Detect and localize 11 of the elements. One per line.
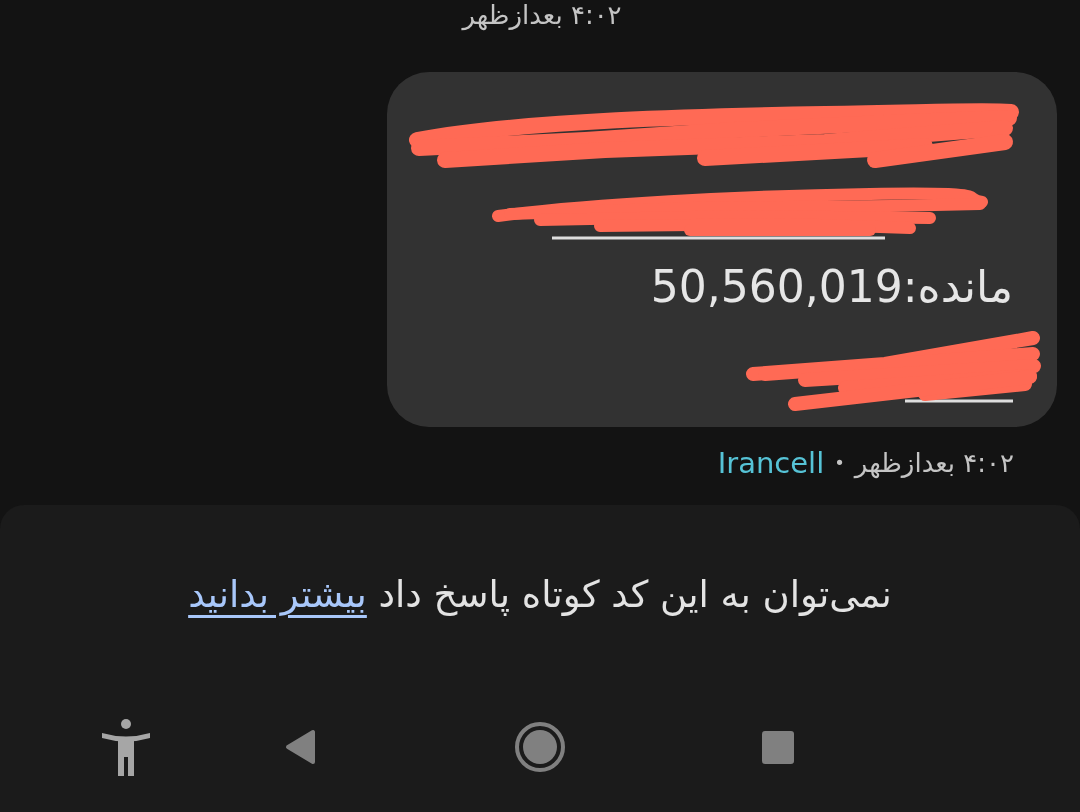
message-time: ۴:۰۲ بعدازظهر (854, 447, 1014, 479)
accessibility-icon[interactable] (101, 718, 151, 776)
home-icon[interactable] (515, 722, 565, 772)
separator-dot: • (834, 451, 845, 475)
learn-more-link[interactable]: بیشتر بدانید (188, 573, 367, 616)
recent-apps-icon[interactable] (762, 730, 794, 764)
sender-name: Irancell (717, 447, 825, 479)
back-icon[interactable] (285, 729, 316, 765)
message-time: ۴:۰۲ بعدازظهر (462, 0, 622, 30)
reply-notice-text: نمی‌توان به این کد کوتاه پاسخ داد بیشتر بدانید (188, 572, 892, 618)
message-text: مانده:50,560,019 (650, 260, 1013, 314)
